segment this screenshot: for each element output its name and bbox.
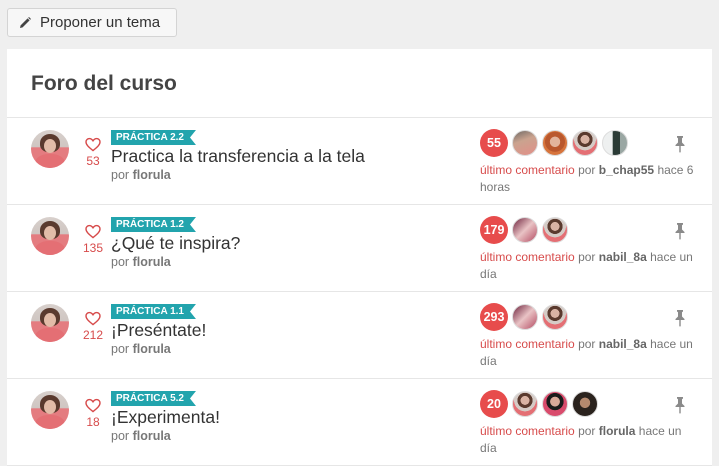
last-comment-user[interactable]: b_chap55: [599, 163, 654, 177]
byline-prefix: por: [111, 429, 130, 443]
last-comment: último comentario por nabil_8a hace un d…: [480, 249, 695, 283]
heart-icon: [85, 224, 101, 239]
topic-activity: 293 último comentario por nabil_8a hace …: [480, 303, 695, 370]
topic-body: PRÁCTICA 5.2 ¡Experimenta! por florula: [111, 388, 220, 443]
forum-panel: Foro del curso 53 PRÁCTICA 2.2 Practica …: [7, 49, 712, 466]
participant-avatars: 293: [480, 303, 695, 331]
participant-avatars: 179: [480, 216, 695, 244]
pencil-icon: [18, 16, 32, 30]
last-comment-by: por: [578, 337, 596, 351]
participant-avatar[interactable]: [542, 217, 568, 243]
participant-avatar[interactable]: [542, 391, 568, 417]
byline-prefix: por: [111, 168, 130, 182]
pin-icon[interactable]: [672, 222, 688, 240]
topic-author[interactable]: florula: [133, 255, 171, 269]
pin-icon[interactable]: [672, 309, 688, 327]
topic-title[interactable]: ¡Preséntate!: [111, 320, 206, 341]
like-count: 18: [86, 415, 100, 429]
author-avatar[interactable]: [31, 130, 69, 168]
topic-title[interactable]: Practica la transferencia a la tela: [111, 146, 365, 167]
topic-title[interactable]: ¿Qué te inspira?: [111, 233, 240, 254]
heart-icon: [85, 398, 101, 413]
participant-avatar[interactable]: [512, 304, 538, 330]
heart-icon: [85, 311, 101, 326]
pin-icon[interactable]: [672, 135, 688, 153]
topic-body: PRÁCTICA 1.1 ¡Preséntate! por florula: [111, 301, 206, 356]
like-button[interactable]: 18: [83, 398, 103, 429]
author-avatar[interactable]: [31, 304, 69, 342]
last-comment-label[interactable]: último comentario: [480, 250, 575, 264]
byline-prefix: por: [111, 255, 130, 269]
participant-avatar[interactable]: [602, 130, 628, 156]
last-comment-by: por: [578, 163, 596, 177]
last-comment-label[interactable]: último comentario: [480, 337, 575, 351]
last-comment-by: por: [578, 250, 596, 264]
last-comment-user[interactable]: nabil_8a: [599, 337, 647, 351]
topic-byline: por florula: [111, 342, 206, 356]
pin-icon[interactable]: [672, 396, 688, 414]
topic-body: PRÁCTICA 1.2 ¿Qué te inspira? por florul…: [111, 214, 240, 269]
participant-avatar[interactable]: [572, 391, 598, 417]
topic-list: 53 PRÁCTICA 2.2 Practica la transferenci…: [7, 118, 712, 466]
heart-icon: [85, 137, 101, 152]
like-count: 135: [82, 241, 104, 255]
topic-title[interactable]: ¡Experimenta!: [111, 407, 220, 428]
comment-count-badge[interactable]: 20: [480, 390, 508, 418]
byline-prefix: por: [111, 342, 130, 356]
participant-avatar[interactable]: [542, 130, 568, 156]
topic-row[interactable]: 212 PRÁCTICA 1.1 ¡Preséntate! por florul…: [7, 292, 712, 379]
last-comment: último comentario por florula hace un dí…: [480, 423, 695, 457]
practice-tag[interactable]: PRÁCTICA 1.2: [111, 217, 196, 232]
topic-row[interactable]: 18 PRÁCTICA 5.2 ¡Experimenta! por florul…: [7, 379, 712, 466]
author-avatar[interactable]: [31, 217, 69, 255]
topic-byline: por florula: [111, 255, 240, 269]
last-comment-user[interactable]: nabil_8a: [599, 250, 647, 264]
last-comment-label[interactable]: último comentario: [480, 424, 575, 438]
participant-avatar[interactable]: [512, 391, 538, 417]
participant-avatar[interactable]: [512, 130, 538, 156]
comment-count-badge[interactable]: 179: [480, 216, 508, 244]
propose-topic-button[interactable]: Proponer un tema: [7, 8, 177, 37]
forum-title: Foro del curso: [31, 72, 177, 95]
last-comment-by: por: [578, 424, 596, 438]
like-button[interactable]: 135: [83, 224, 103, 255]
topic-body: PRÁCTICA 2.2 Practica la transferencia a…: [111, 127, 365, 182]
topic-activity: 20 último comentario por florula hace un…: [480, 390, 695, 457]
comment-count-badge[interactable]: 293: [480, 303, 508, 331]
topic-byline: por florula: [111, 429, 220, 443]
forum-header: Foro del curso: [7, 49, 712, 118]
participant-avatars: 20: [480, 390, 695, 418]
propose-topic-label: Proponer un tema: [40, 14, 161, 31]
topic-activity: 55 último comentario por b_chap55 hace 6…: [480, 129, 695, 196]
participant-avatar[interactable]: [512, 217, 538, 243]
like-button[interactable]: 212: [83, 311, 103, 342]
author-avatar[interactable]: [31, 391, 69, 429]
practice-tag[interactable]: PRÁCTICA 5.2: [111, 391, 196, 406]
last-comment-user[interactable]: florula: [599, 424, 636, 438]
like-button[interactable]: 53: [83, 137, 103, 168]
topic-row[interactable]: 53 PRÁCTICA 2.2 Practica la transferenci…: [7, 118, 712, 205]
practice-tag[interactable]: PRÁCTICA 2.2: [111, 130, 196, 145]
participant-avatar[interactable]: [542, 304, 568, 330]
topic-activity: 179 último comentario por nabil_8a hace …: [480, 216, 695, 283]
like-count: 212: [82, 328, 104, 342]
topic-author[interactable]: florula: [133, 429, 171, 443]
last-comment-label[interactable]: último comentario: [480, 163, 575, 177]
last-comment: último comentario por b_chap55 hace 6 ho…: [480, 162, 695, 196]
comment-count-badge[interactable]: 55: [480, 129, 508, 157]
topic-row[interactable]: 135 PRÁCTICA 1.2 ¿Qué te inspira? por fl…: [7, 205, 712, 292]
participant-avatars: 55: [480, 129, 695, 157]
last-comment: último comentario por nabil_8a hace un d…: [480, 336, 695, 370]
participant-avatar[interactable]: [572, 130, 598, 156]
topic-byline: por florula: [111, 168, 365, 182]
topic-author[interactable]: florula: [133, 342, 171, 356]
like-count: 53: [86, 154, 100, 168]
topic-author[interactable]: florula: [133, 168, 171, 182]
practice-tag[interactable]: PRÁCTICA 1.1: [111, 304, 196, 319]
